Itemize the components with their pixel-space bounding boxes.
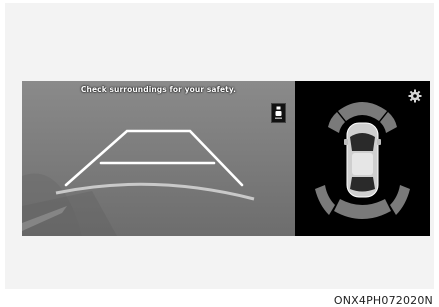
rear-camera-view: Check surroundings for your safety.	[22, 81, 295, 236]
parking-guide-lines	[64, 129, 244, 187]
front-center-zone	[338, 102, 387, 121]
rear-center-zone	[334, 199, 391, 219]
settings-button[interactable]	[408, 89, 422, 103]
rear-right-zone	[390, 185, 410, 215]
rear-view-screen: Check surroundings for your safety.	[22, 81, 430, 236]
camera-view-toggle-button[interactable]	[271, 103, 286, 123]
parking-sensor-panel	[295, 81, 430, 236]
vehicle-top-view	[344, 122, 381, 198]
gear-icon	[408, 89, 422, 103]
guide-trapezoid	[64, 129, 244, 187]
camera-scene	[22, 129, 255, 236]
rear-left-zone	[315, 185, 335, 215]
parking-sensor-display	[315, 102, 410, 219]
safety-caution-text: Check surroundings for your safety.	[80, 85, 237, 94]
camera-view-icon	[275, 106, 282, 119]
figure-code: ONX4PH072020N	[333, 294, 433, 307]
